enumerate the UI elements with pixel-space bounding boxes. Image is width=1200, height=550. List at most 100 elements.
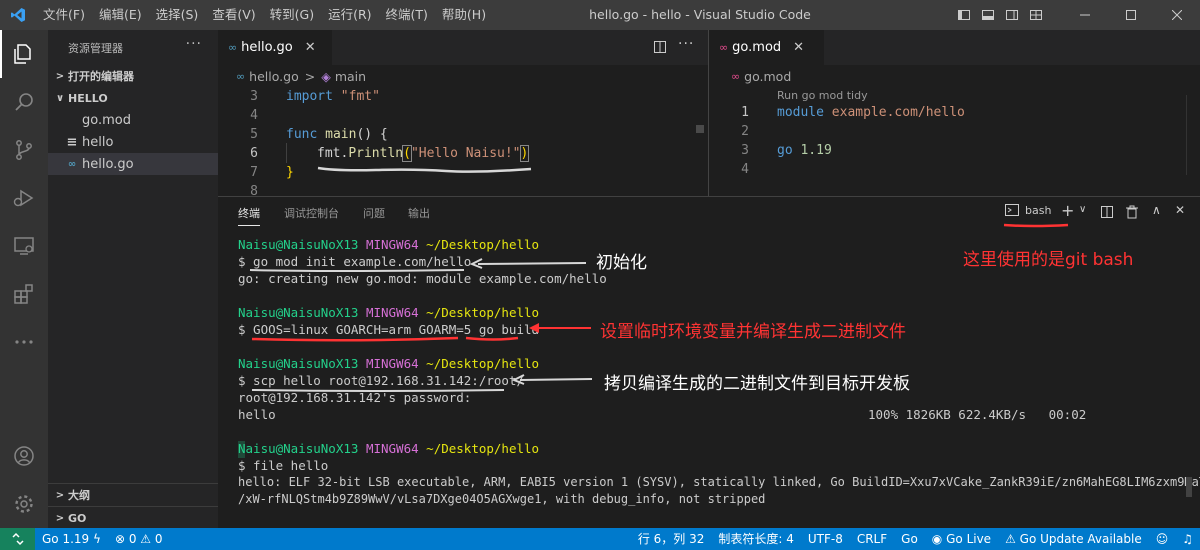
notifications-bell-icon[interactable]: ♫ <box>1175 528 1200 550</box>
more-actions-icon[interactable]: ··· <box>186 36 202 52</box>
menu-bar: 文件(F) 编辑(E) 选择(S) 查看(V) 转到(G) 运行(R) 终端(T… <box>36 0 493 30</box>
tab-size[interactable]: 制表符长度: 4 <box>711 528 801 550</box>
settings-gear-icon[interactable] <box>0 480 48 528</box>
chevron-right-icon: > <box>304 68 316 84</box>
trash-icon[interactable] <box>1125 205 1139 223</box>
end-of-line[interactable]: CRLF <box>850 528 894 550</box>
chevron-down-icon[interactable]: ∨ <box>1079 204 1086 215</box>
remote-explorer-icon[interactable] <box>0 222 48 270</box>
search-icon[interactable] <box>0 78 48 126</box>
open-editors-section[interactable]: > 打开的编辑器 <box>48 65 218 87</box>
open-editors-label: 打开的编辑器 <box>68 70 134 83</box>
tab-go-mod[interactable]: ∞ go.mod ✕ <box>709 30 824 65</box>
go-section-label: GO <box>68 511 87 525</box>
tab-label: hello.go <box>241 40 293 55</box>
more-views-icon[interactable] <box>0 318 48 366</box>
menu-run[interactable]: 运行(R) <box>321 0 378 30</box>
encoding[interactable]: UTF-8 <box>801 528 850 550</box>
editor-tabbar-left: ∞ hello.go ✕ ··· <box>218 30 708 65</box>
run-debug-icon[interactable] <box>0 174 48 222</box>
codelens-run-go-mod-tidy[interactable]: Run go mod tidy <box>777 89 868 102</box>
code-editor-left[interactable]: 3 4 5 6 7 8 import "fmt" func main() { f… <box>218 87 708 195</box>
terminal-command: $ file hello <box>238 458 329 473</box>
tab-hello-go[interactable]: ∞ hello.go ✕ <box>218 30 332 65</box>
chevron-right-icon: > <box>55 512 65 524</box>
tab-output[interactable]: 输出 <box>408 205 430 221</box>
go-section[interactable]: > GO <box>48 507 218 529</box>
tab-debug-console[interactable]: 调试控制台 <box>284 205 339 221</box>
maximize-icon[interactable] <box>1108 0 1154 30</box>
vscode-logo-icon <box>0 0 36 30</box>
hand-drawn-underline <box>465 336 519 341</box>
terminal-prompt: Naisu@NaisuNoX13 MINGW64 ~/Desktop/hello <box>238 305 540 320</box>
terminal-prompt: Naisu@NaisuNoX13 MINGW64 ~/Desktop/hello <box>238 441 540 456</box>
chevron-right-icon: > <box>55 70 65 82</box>
outline-section[interactable]: > 大纲 <box>48 484 218 506</box>
explorer-sidebar: 资源管理器 ··· > 打开的编辑器 ∨ HELLO go.mod ≡ hell… <box>48 30 218 528</box>
line-number: 1 <box>741 105 749 120</box>
folder-section-hello[interactable]: ∨ HELLO <box>48 87 218 109</box>
remote-indicator-icon[interactable] <box>0 528 35 550</box>
tab-terminal[interactable]: 终端 <box>238 205 260 226</box>
cursor-position[interactable]: 行 6，列 32 <box>631 528 712 550</box>
file-label: hello.go <box>82 156 134 172</box>
source-control-icon[interactable] <box>0 126 48 174</box>
toggle-panel-icon[interactable] <box>976 0 1000 30</box>
close-panel-icon[interactable]: ✕ <box>1175 203 1185 217</box>
new-terminal-plus-icon[interactable]: + <box>1061 201 1074 220</box>
account-icon[interactable] <box>0 432 48 480</box>
explorer-icon[interactable] <box>0 30 48 78</box>
menu-go[interactable]: 转到(G) <box>263 0 321 30</box>
transfer-progress: 100% 1826KB 622.4KB/s 00:02 <box>868 407 1087 422</box>
menu-edit[interactable]: 编辑(E) <box>92 0 149 30</box>
terminal-output: go: creating new go.mod: module example.… <box>238 271 607 286</box>
terminal-selector[interactable]: bash <box>1005 203 1051 217</box>
file-item-hello-go[interactable]: ∞ hello.go <box>48 153 218 175</box>
language-mode[interactable]: Go <box>894 528 925 550</box>
breadcrumb-file[interactable]: hello.go <box>249 69 299 84</box>
file-item-hello[interactable]: ≡ hello <box>48 131 218 153</box>
go-version-status[interactable]: Go 1.19 ϟ <box>35 528 108 550</box>
terminal-output: /xW-rfNLQStm4b9Z89WwV/vLsa7DXge04O5AGXwg… <box>238 492 766 506</box>
close-tab-icon[interactable]: ✕ <box>305 40 316 55</box>
close-window-icon[interactable] <box>1154 0 1200 30</box>
go-live-button[interactable]: ◉ Go Live <box>925 528 998 550</box>
terminal-icon <box>1005 204 1019 216</box>
extensions-icon[interactable] <box>0 270 48 318</box>
go-update-status[interactable]: ⚠ Go Update Available <box>998 528 1149 550</box>
problems-status[interactable]: ⊗ 0 ⚠ 0 <box>108 528 170 550</box>
file-item-go-mod[interactable]: go.mod <box>48 109 218 131</box>
window-title: hello.go - hello - Visual Studio Code <box>589 7 811 22</box>
breadcrumb-file[interactable]: go.mod <box>744 69 791 84</box>
split-editor-icon[interactable] <box>653 40 667 58</box>
menu-help[interactable]: 帮助(H) <box>435 0 493 30</box>
split-terminal-icon[interactable] <box>1100 205 1114 223</box>
line-number: 5 <box>250 127 258 142</box>
terminal-prompt: Naisu@NaisuNoX13 MINGW64 ~/Desktop/hello <box>238 356 540 371</box>
more-actions-icon[interactable]: ··· <box>678 36 694 52</box>
toggle-sidebar-icon[interactable] <box>952 0 976 30</box>
tab-label: go.mod <box>732 40 782 55</box>
line-number: 3 <box>741 143 749 158</box>
tab-problems[interactable]: 问题 <box>363 205 385 221</box>
line-number: 2 <box>741 124 749 139</box>
code-editor-right[interactable]: Run go mod tidy 1 2 3 4 module example.c… <box>709 87 1200 195</box>
editor-tabbar-right: ∞ go.mod ✕ <box>709 30 1200 65</box>
menu-terminal[interactable]: 终端(T) <box>379 0 435 30</box>
toggle-secondary-sidebar-icon[interactable] <box>1000 0 1024 30</box>
function-symbol-icon: ◈ <box>321 68 331 84</box>
maximize-panel-chevron-up-icon[interactable]: ∧ <box>1152 203 1161 217</box>
feedback-icon[interactable]: ☺ <box>1149 528 1176 550</box>
annotation-scp: 拷贝编译生成的二进制文件到目标开发板 <box>604 374 910 394</box>
menu-selection[interactable]: 选择(S) <box>149 0 206 30</box>
code-line-1: module example.com/hello <box>777 105 965 120</box>
menu-file[interactable]: 文件(F) <box>36 0 92 30</box>
terminal-prompt: Naisu@NaisuNoX13 MINGW64 ~/Desktop/hello <box>238 237 540 252</box>
close-tab-icon[interactable]: ✕ <box>793 40 804 55</box>
annotation-arrow-scp <box>511 374 593 385</box>
minimize-icon[interactable] <box>1062 0 1108 30</box>
customize-layout-icon[interactable] <box>1024 0 1048 30</box>
go-mod-icon: ∞ <box>719 41 729 54</box>
breadcrumb-symbol[interactable]: main <box>335 69 366 84</box>
menu-view[interactable]: 查看(V) <box>205 0 262 30</box>
